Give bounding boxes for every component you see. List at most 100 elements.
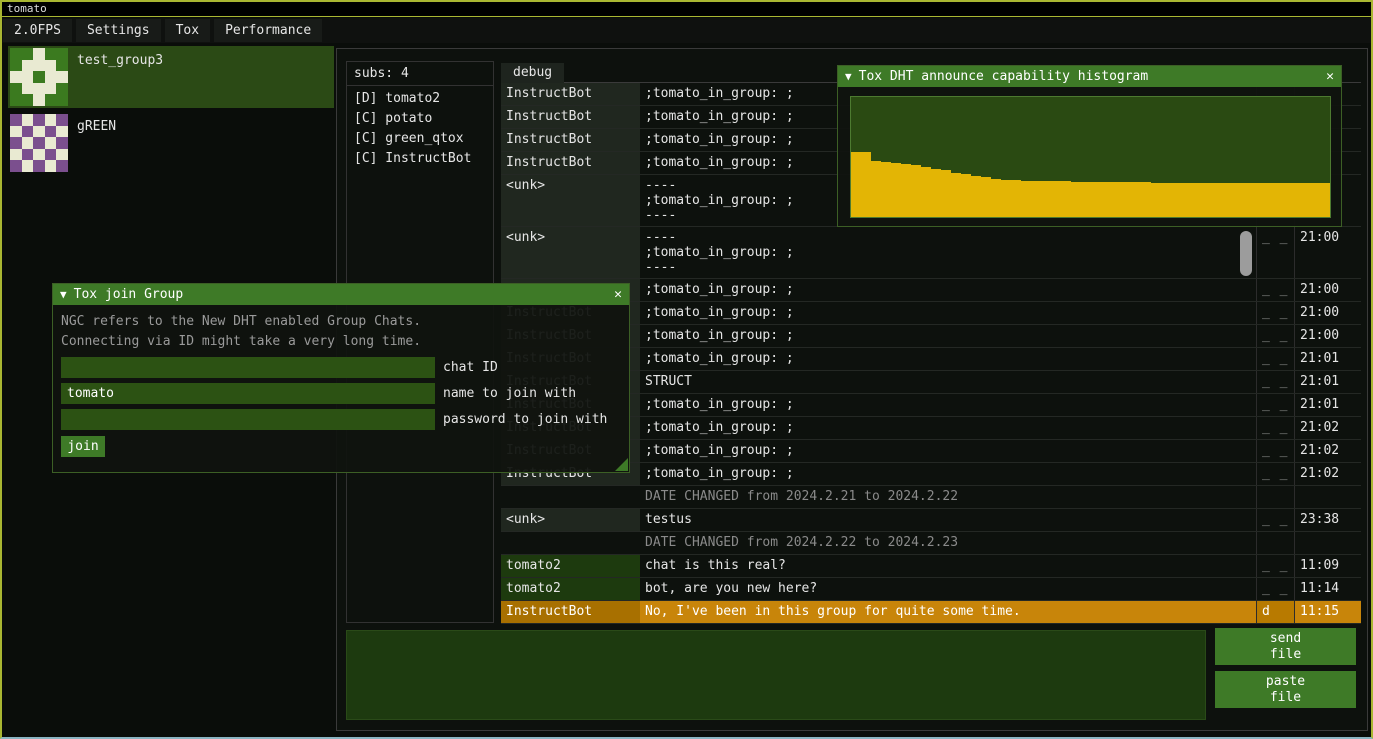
chat-id-input[interactable] [61,357,435,378]
message-time: 21:01 [1294,371,1361,393]
window-title: tomato [7,2,47,15]
close-icon[interactable]: ✕ [1326,69,1334,84]
member-item[interactable]: [C] green_qtox [347,129,493,149]
chat-message-row[interactable]: InstructBot ;tomato_in_group: ; _ _ 21:0… [501,302,1361,325]
chat-message-row[interactable]: InstructBot ;tomato_in_group: ; _ _ 21:0… [501,325,1361,348]
member-list: [D] tomato2 [C] potato [C] green_qtox [C… [347,86,493,169]
member-item[interactable]: [D] tomato2 [347,89,493,109]
message-author: tomato2 [501,578,640,600]
message-status: _ _ [1256,371,1294,393]
message-time [1294,532,1361,554]
join-group-titlebar[interactable]: ▼ Tox join Group ✕ [53,284,629,305]
member-item[interactable]: [C] InstructBot [347,149,493,169]
message-status: _ _ [1256,227,1294,278]
message-author: InstructBot [501,83,640,105]
message-status: _ _ [1256,302,1294,324]
chat-message-row[interactable]: InstructBot ;tomato_in_group: ; _ _ 21:0… [501,348,1361,371]
chat-message-row[interactable]: tomato2 bot, are you new here? _ _ 11:14 [501,578,1361,601]
message-time: 21:02 [1294,463,1361,485]
message-time: 23:38 [1294,509,1361,531]
send-file-button[interactable]: send file [1215,628,1356,665]
message-status: d [1256,601,1294,623]
message-text: DATE CHANGED from 2024.2.22 to 2024.2.23 [640,532,1256,554]
join-group-window: ▼ Tox join Group ✕ NGC refers to the New… [52,283,630,473]
message-time [1294,486,1361,508]
scrollbar-thumb[interactable] [1240,231,1252,276]
collapse-arrow-icon[interactable]: ▼ [60,288,67,301]
chat-message-row[interactable]: tomato2 chat is this real? _ _ 11:09 [501,555,1361,578]
message-input[interactable] [346,630,1206,720]
group-item[interactable]: gREEN [8,112,334,174]
resize-grip[interactable] [615,458,628,471]
message-status [1256,532,1294,554]
message-text: ;tomato_in_group: ; [640,302,1256,324]
message-status: _ _ [1256,440,1294,462]
collapse-arrow-icon[interactable]: ▼ [845,70,852,83]
chat-message-row[interactable]: DATE CHANGED from 2024.2.21 to 2024.2.22 [501,486,1361,509]
field-label: password to join with [443,412,607,427]
message-author: <unk> [501,509,640,531]
message-text: No, I've been in this group for quite so… [640,601,1256,623]
message-status [1256,486,1294,508]
menu-item[interactable]: Settings [76,19,161,42]
close-icon[interactable]: ✕ [614,287,622,302]
chat-message-row[interactable]: InstructBot ;tomato_in_group: ; _ _ 21:0… [501,279,1361,302]
message-author: InstructBot [501,601,640,623]
chat-message-row[interactable]: InstructBot ;tomato_in_group: ; _ _ 21:0… [501,463,1361,486]
message-time: 11:14 [1294,578,1361,600]
tab-debug[interactable]: debug [501,63,564,85]
message-status: _ _ [1256,417,1294,439]
join-note: NGC refers to the New DHT enabled Group … [61,312,621,332]
paste-file-button[interactable]: paste file [1215,671,1356,708]
message-text: ---- ;tomato_in_group: ; ---- [640,227,1256,278]
field-label: chat ID [443,360,498,375]
chat-message-row[interactable]: InstructBot ;tomato_in_group: ; _ _ 21:0… [501,417,1361,440]
message-time: 21:02 [1294,417,1361,439]
message-status: _ _ [1256,279,1294,301]
message-author: InstructBot [501,152,640,174]
message-text: ;tomato_in_group: ; [640,325,1256,347]
message-time: 11:09 [1294,555,1361,577]
message-author: <unk> [501,175,640,226]
message-time: 21:02 [1294,440,1361,462]
chat-message-row[interactable]: InstructBot No, I've been in this group … [501,601,1361,624]
chat-message-row[interactable]: InstructBot STRUCT _ _ 21:01 [501,371,1361,394]
message-text: ;tomato_in_group: ; [640,440,1256,462]
group-item[interactable]: test_group3 [8,46,334,108]
message-text: ;tomato_in_group: ; [640,394,1256,416]
chat-message-row[interactable]: InstructBot ;tomato_in_group: ; _ _ 21:0… [501,440,1361,463]
message-author: InstructBot [501,106,640,128]
message-author: InstructBot [501,129,640,151]
message-status: _ _ [1256,463,1294,485]
menu-item[interactable]: Performance [214,19,322,42]
password-input[interactable] [61,409,435,430]
join-note: Connecting via ID might take a very long… [61,332,621,352]
message-status: _ _ [1256,578,1294,600]
chat-message-row[interactable]: <unk> testus _ _ 23:38 [501,509,1361,532]
menu-item[interactable]: Tox [165,19,210,42]
message-status: _ _ [1256,325,1294,347]
message-time: 21:00 [1294,302,1361,324]
group-avatar [10,48,68,106]
histogram-title: Tox DHT announce capability histogram [859,69,1149,84]
window-titlebar[interactable]: tomato [2,2,1371,17]
join-button[interactable]: join [61,436,105,457]
histogram-titlebar[interactable]: ▼ Tox DHT announce capability histogram … [838,66,1341,87]
members-header: subs: 4 [347,62,493,86]
name-input[interactable] [61,383,435,404]
message-text: testus [640,509,1256,531]
app-window: tomato 2.0FPS Settings Tox Performance t… [0,0,1373,739]
message-text: ;tomato_in_group: ; [640,348,1256,370]
message-time: 21:00 [1294,279,1361,301]
chat-message-row[interactable]: InstructBot ;tomato_in_group: ; _ _ 21:0… [501,394,1361,417]
member-item[interactable]: [C] potato [347,109,493,129]
message-text: ;tomato_in_group: ; [640,279,1256,301]
fps-indicator: 2.0FPS [3,19,72,42]
chat-message-row[interactable]: <unk> ---- ;tomato_in_group: ; ---- _ _ … [501,227,1361,279]
message-author [501,532,640,554]
chat-message-row[interactable]: DATE CHANGED from 2024.2.22 to 2024.2.23 [501,532,1361,555]
message-status: _ _ [1256,555,1294,577]
menu-items: Settings Tox Performance [75,18,325,43]
message-author [501,486,640,508]
message-text: ;tomato_in_group: ; [640,463,1256,485]
